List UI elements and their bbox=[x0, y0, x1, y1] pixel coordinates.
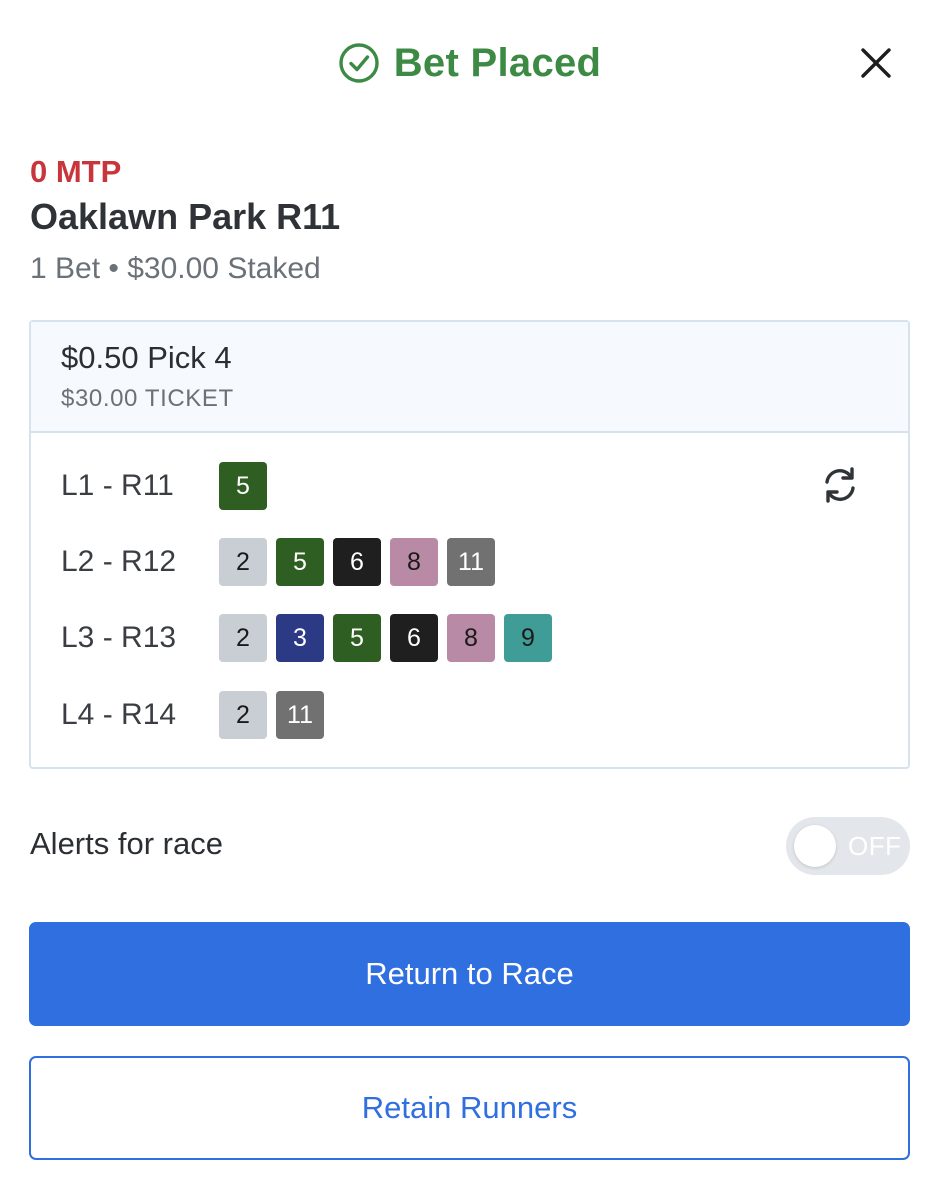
bet-type-label: $0.50 Pick 4 bbox=[61, 340, 232, 375]
race-track-title: Oaklawn Park R11 bbox=[30, 196, 341, 237]
alerts-label: Alerts for race bbox=[30, 826, 223, 861]
runner-badge: 5 bbox=[333, 614, 381, 662]
leg-row: L1 - R11 5 bbox=[61, 462, 267, 510]
leg-row: L2 - R12 2 5 6 8 11 bbox=[61, 538, 495, 586]
runner-badge: 5 bbox=[219, 462, 267, 510]
return-to-race-button[interactable]: Return to Race bbox=[29, 922, 910, 1026]
header-title-group: Bet Placed bbox=[0, 38, 939, 88]
close-icon[interactable] bbox=[857, 44, 895, 82]
repeat-icon[interactable] bbox=[816, 461, 864, 509]
runner-badge: 6 bbox=[333, 538, 381, 586]
runner-badge: 8 bbox=[447, 614, 495, 662]
runner-badge: 2 bbox=[219, 538, 267, 586]
runner-list: 2 5 6 8 11 bbox=[219, 538, 495, 586]
runner-badge: 6 bbox=[390, 614, 438, 662]
runner-list: 5 bbox=[219, 462, 267, 510]
leg-label: L2 - R12 bbox=[61, 545, 177, 578]
ticket-header: $0.50 Pick 4 $30.00 TICKET bbox=[31, 322, 908, 433]
runner-badge: 2 bbox=[219, 614, 267, 662]
runner-badge: 11 bbox=[276, 691, 324, 739]
runner-badge: 8 bbox=[390, 538, 438, 586]
leg-row: L3 - R13 235689 bbox=[61, 614, 552, 662]
runner-badge: 11 bbox=[447, 538, 495, 586]
mtp-label: 0 MTP bbox=[30, 154, 122, 189]
runner-list: 2 11 bbox=[219, 691, 324, 739]
ticket-cost-label: $30.00 TICKET bbox=[61, 385, 234, 412]
toggle-state-label: OFF bbox=[848, 831, 902, 861]
alerts-toggle[interactable]: OFF bbox=[786, 817, 910, 875]
leg-row: L4 - R14 2 11 bbox=[61, 691, 324, 739]
runner-badge: 3 bbox=[276, 614, 324, 662]
bet-summary: 1 Bet • $30.00 Staked bbox=[30, 252, 321, 285]
leg-label: L1 - R11 bbox=[61, 469, 174, 502]
check-circle-icon bbox=[339, 43, 379, 83]
bet-placed-sheet: Bet Placed 0 MTP Oaklawn Park R11 1 Bet … bbox=[0, 0, 939, 1200]
runner-list: 235689 bbox=[219, 614, 552, 662]
retain-runners-button[interactable]: Retain Runners bbox=[29, 1056, 910, 1160]
runner-badge: 5 bbox=[276, 538, 324, 586]
page-title: Bet Placed bbox=[393, 40, 602, 85]
sheet-header: Bet Placed bbox=[0, 38, 939, 88]
leg-label: L4 - R14 bbox=[61, 698, 177, 731]
bet-ticket-card: $0.50 Pick 4 $30.00 TICKET L1 - R11 5 L2… bbox=[29, 320, 910, 769]
leg-label: L3 - R13 bbox=[61, 621, 177, 654]
runner-badge: 9 bbox=[504, 614, 552, 662]
toggle-knob bbox=[794, 825, 836, 867]
runner-badge: 2 bbox=[219, 691, 267, 739]
